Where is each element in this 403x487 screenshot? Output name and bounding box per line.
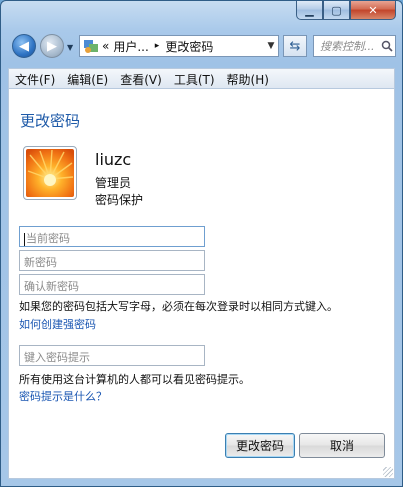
breadcrumb-separator-icon[interactable]: ▸	[155, 41, 160, 51]
search-icon[interactable]	[379, 38, 395, 54]
password-status: 密码保护	[95, 193, 144, 207]
refresh-button[interactable]: ⇆	[283, 35, 307, 57]
menu-help[interactable]: 帮助(H)	[221, 71, 275, 88]
menu-edit[interactable]: 编辑(E)	[61, 71, 114, 88]
case-sensitivity-note: 如果您的密码包括大写字母，必须在每次登录时以相同方式键入。	[19, 300, 338, 313]
text-caret	[24, 232, 25, 246]
arrow-right-icon: ▶	[47, 38, 57, 54]
recent-pages-dropdown[interactable]: ▼	[67, 43, 73, 52]
forward-button[interactable]: ▶	[40, 34, 64, 58]
address-bar[interactable]: « 用户... ▸ 更改密码 ▼	[79, 35, 279, 57]
menu-view[interactable]: 查看(V)	[114, 71, 168, 88]
caption-buttons: ▁ ▢ ✕	[296, 1, 396, 20]
hint-visibility-note: 所有使用这台计算机的人都可以看见密码提示。	[19, 373, 250, 386]
search-box[interactable]: 搜索控制...	[313, 35, 396, 57]
control-panel-icon	[83, 38, 99, 54]
close-button[interactable]: ✕	[350, 1, 396, 20]
address-segment-users[interactable]: 用户...	[113, 38, 148, 55]
resize-grip[interactable]	[383, 467, 393, 477]
confirm-password-field[interactable]: 确认新密码	[19, 274, 205, 295]
menu-tools[interactable]: 工具(T)	[168, 71, 221, 88]
current-password-placeholder: 当前密码	[26, 232, 70, 245]
change-password-button[interactable]: 更改密码	[225, 433, 295, 458]
address-dropdown-icon[interactable]: ▼	[264, 41, 278, 51]
page-title: 更改密码	[20, 112, 81, 130]
content-pane: 更改密码 liuzc 管理员 密码保护 当前密码 新密码 确认新密码 如果您的密…	[8, 88, 395, 479]
new-password-placeholder: 新密码	[24, 256, 57, 269]
control-panel-window: ▁ ▢ ✕ ◀ ▶ ▼ « 用户... ▸ 更改密码 ▼ ⇆ 搜索控制... 文…	[0, 0, 403, 487]
back-button[interactable]: ◀	[12, 34, 36, 58]
password-hint-placeholder: 键入密码提示	[24, 351, 90, 364]
user-name: liuzc	[95, 150, 132, 169]
confirm-password-placeholder: 确认新密码	[24, 280, 79, 293]
new-password-field[interactable]: 新密码	[19, 250, 205, 271]
arrow-left-icon: ◀	[19, 38, 29, 54]
refresh-icon: ⇆	[289, 38, 301, 54]
address-segment-change-password[interactable]: 更改密码	[165, 38, 213, 55]
address-prefix[interactable]: «	[102, 39, 109, 53]
current-password-field[interactable]: 当前密码	[19, 226, 205, 247]
password-hint-link[interactable]: 密码提示是什么？	[19, 388, 107, 404]
user-avatar	[23, 146, 77, 200]
strong-password-link[interactable]: 如何创建强密码	[19, 316, 96, 332]
maximize-button[interactable]: ▢	[323, 1, 350, 20]
flower-picture-icon	[26, 149, 74, 197]
menu-bar: 文件(F) 编辑(E) 查看(V) 工具(T) 帮助(H)	[8, 68, 395, 89]
search-input[interactable]: 搜索控制...	[320, 38, 375, 54]
navigation-bar: ◀ ▶ ▼ « 用户... ▸ 更改密码 ▼ ⇆ 搜索控制...	[7, 31, 396, 63]
minimize-button[interactable]: ▁	[296, 1, 323, 20]
cancel-button[interactable]: 取消	[299, 433, 385, 458]
password-hint-field[interactable]: 键入密码提示	[19, 345, 205, 366]
menu-file[interactable]: 文件(F)	[9, 71, 61, 88]
user-role: 管理员	[95, 176, 132, 190]
